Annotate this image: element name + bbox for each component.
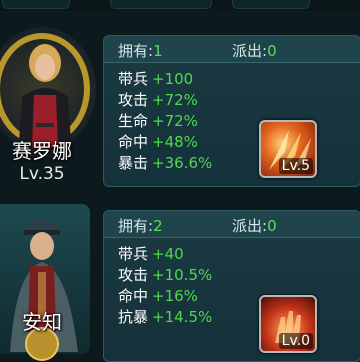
dispatched-value: 0 [267,42,277,60]
hero-name: 赛罗娜 [12,139,72,163]
owned-count: 拥有:2 [118,215,163,236]
stat-row: 命中 +48% [118,133,198,151]
skill-level: Lv.0 [278,333,313,349]
owned-value: 1 [153,42,163,60]
hero-level: Lv.35 [19,164,65,184]
stat-value: +14.5% [152,308,213,326]
stat-name: 带兵 [118,245,149,263]
dispatched-label: 派出: [232,42,268,60]
top-tab-middle[interactable] [110,0,212,9]
stat-value: +36.6% [152,154,213,172]
hero-figure-anzhi [10,219,78,361]
dispatched-count: 派出:0 [232,40,277,61]
stat-row: 攻击 +72% [118,91,198,109]
stat-value: +16% [152,287,198,305]
stat-name: 生命 [118,112,149,130]
stat-name: 攻击 [118,266,149,284]
skill-level: Lv.5 [278,158,313,174]
hero-card-anzhi[interactable]: 安知 拥有:2 派出:0 带兵 +40 攻击 +10.5% 命中 +16% 抗暴 +14… [0,202,360,362]
top-tab-right[interactable] [232,0,310,9]
top-tab-left[interactable] [2,0,70,9]
stat-name: 攻击 [118,91,149,109]
owned-label: 拥有: [118,42,154,60]
hero-stats-panel: 拥有:1 派出:0 带兵 +100 攻击 +72% 生命 +72% 命中 +48% 暴击… [103,35,360,187]
stat-name: 暴击 [118,154,149,172]
stat-name: 带兵 [118,70,149,88]
stat-row: 抗暴 +14.5% [118,308,212,326]
stat-value: +72% [152,91,198,109]
stat-row: 生命 +72% [118,112,198,130]
hero-name: 安知 [22,310,62,334]
dispatched-value: 0 [267,217,277,235]
hero-card-saruona[interactable]: 赛罗娜 Lv.35 拥有:1 派出:0 带兵 +100 攻击 +72% 生命 +72%… [0,27,360,187]
stat-row: 带兵 +100 [118,70,193,88]
hero-portrait [0,202,100,362]
dispatched-count: 派出:0 [232,215,277,236]
skill-slot[interactable]: Lv.0 [259,295,317,353]
stat-value: +10.5% [152,266,213,284]
hero-stats-panel: 拥有:2 派出:0 带兵 +40 攻击 +10.5% 命中 +16% 抗暴 +14.5%… [103,210,360,362]
stat-name: 命中 [118,287,149,305]
skill-slot[interactable]: Lv.5 [259,120,317,178]
owned-label: 拥有: [118,217,154,235]
stat-row: 暴击 +36.6% [118,154,212,172]
stat-name: 抗暴 [118,308,149,326]
owned-count: 拥有:1 [118,40,163,61]
stat-row: 带兵 +40 [118,245,184,263]
stat-row: 命中 +16% [118,287,198,305]
dispatched-label: 派出: [232,217,268,235]
top-tab-bar [0,0,360,10]
stat-row: 攻击 +10.5% [118,266,212,284]
stat-name: 命中 [118,133,149,151]
owned-value: 2 [153,217,163,235]
stat-value: +40 [152,245,184,263]
stat-value: +48% [152,133,198,151]
stat-value: +72% [152,112,198,130]
stat-value: +100 [152,70,194,88]
